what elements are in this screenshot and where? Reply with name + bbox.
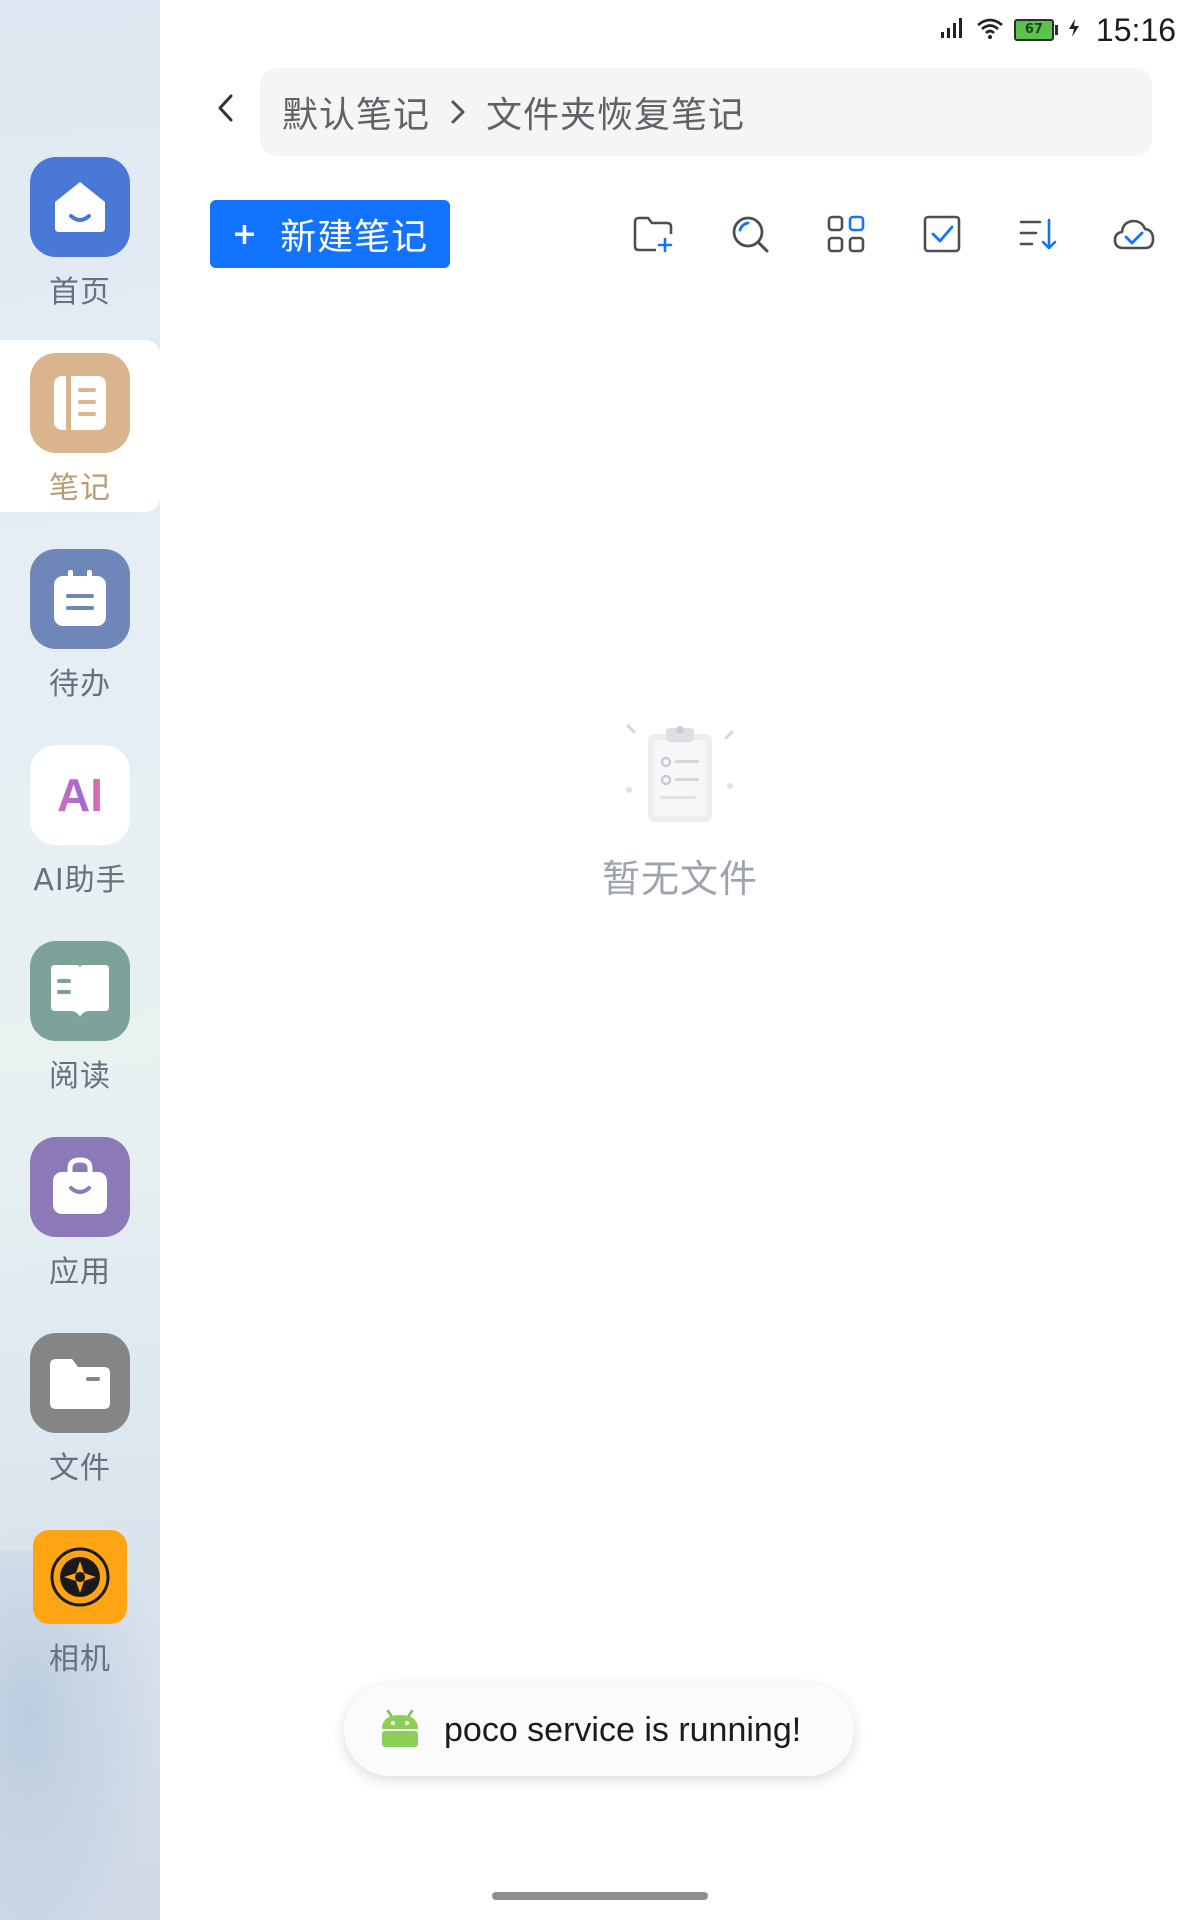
sidebar-item-ai-assistant[interactable]: AI AI助手: [0, 745, 160, 925]
sidebar-item-home[interactable]: 首页: [0, 157, 160, 337]
cloud-sync-button[interactable]: [1106, 206, 1162, 262]
apps-bag-icon: [30, 1137, 130, 1237]
empty-state-text: 暂无文件: [601, 857, 758, 901]
grid-view-icon: [827, 215, 865, 253]
sidebar-item-label: 笔记: [49, 471, 111, 506]
sidebar-item-notes[interactable]: 笔记: [0, 353, 160, 533]
status-time: 15:16: [1095, 11, 1176, 48]
sidebar-item-camera[interactable]: 相机: [0, 1530, 160, 1710]
android-icon: [378, 1707, 422, 1753]
sidebar-item-label: 文件: [49, 1451, 111, 1486]
status-bar: 67 15:16: [940, 10, 1176, 50]
multi-select-button[interactable]: [914, 206, 970, 262]
sidebar-item-files[interactable]: 文件: [0, 1333, 160, 1513]
todo-icon: [30, 549, 130, 649]
notebook-icon: [30, 353, 130, 453]
home-icon: [30, 157, 130, 257]
breadcrumb-root[interactable]: 默认笔记: [282, 86, 430, 138]
home-indicator[interactable]: [492, 1892, 708, 1900]
empty-clipboard-icon: [620, 720, 740, 830]
sidebar-item-label: 相机: [49, 1642, 111, 1677]
chevron-right-icon: [450, 99, 466, 125]
ai-assistant-icon: AI: [30, 745, 130, 845]
grid-view-button[interactable]: [818, 206, 874, 262]
wifi-icon: [976, 17, 1004, 43]
toast-notification: poco service is running!: [344, 1684, 854, 1776]
new-note-button[interactable]: + 新建笔记: [210, 200, 450, 268]
new-folder-button[interactable]: [625, 206, 681, 262]
search-button[interactable]: [722, 206, 778, 262]
sidebar-item-label: 首页: [49, 275, 111, 310]
breadcrumb-current: 文件夹恢复笔记: [486, 95, 746, 136]
sidebar: 首页 笔记 待办 AI AI助手 阅读 应用 文件 相机: [0, 0, 160, 1920]
ai-icon-text: AI: [57, 769, 103, 821]
sort-button[interactable]: [1010, 206, 1066, 262]
folder-icon: [30, 1333, 130, 1433]
chevron-left-icon: [218, 94, 233, 122]
new-note-label: 新建笔记: [280, 217, 429, 258]
plus-icon: +: [231, 216, 259, 252]
signal-icon: [940, 17, 966, 43]
toast-text: poco service is running!: [444, 1710, 802, 1749]
sidebar-item-todo[interactable]: 待办: [0, 549, 160, 729]
back-button[interactable]: [204, 86, 248, 130]
reading-icon: [30, 941, 130, 1041]
new-folder-icon: [633, 216, 673, 253]
sort-icon: [1019, 218, 1057, 250]
cloud-sync-icon: [1113, 219, 1155, 250]
charging-icon: [1068, 18, 1080, 42]
checkbox-icon: [923, 215, 961, 253]
battery-icon: 67: [1013, 19, 1058, 41]
sidebar-item-apps[interactable]: 应用: [0, 1137, 160, 1317]
sidebar-item-label: 待办: [49, 667, 111, 702]
search-icon: [732, 216, 769, 253]
breadcrumb: 默认笔记 文件夹恢复笔记: [260, 68, 1152, 156]
sidebar-item-label: AI助手: [33, 863, 127, 898]
camera-icon: [33, 1530, 127, 1624]
sidebar-item-label: 应用: [49, 1255, 111, 1290]
sidebar-item-label: 阅读: [49, 1059, 111, 1094]
sidebar-item-reading[interactable]: 阅读: [0, 941, 160, 1121]
